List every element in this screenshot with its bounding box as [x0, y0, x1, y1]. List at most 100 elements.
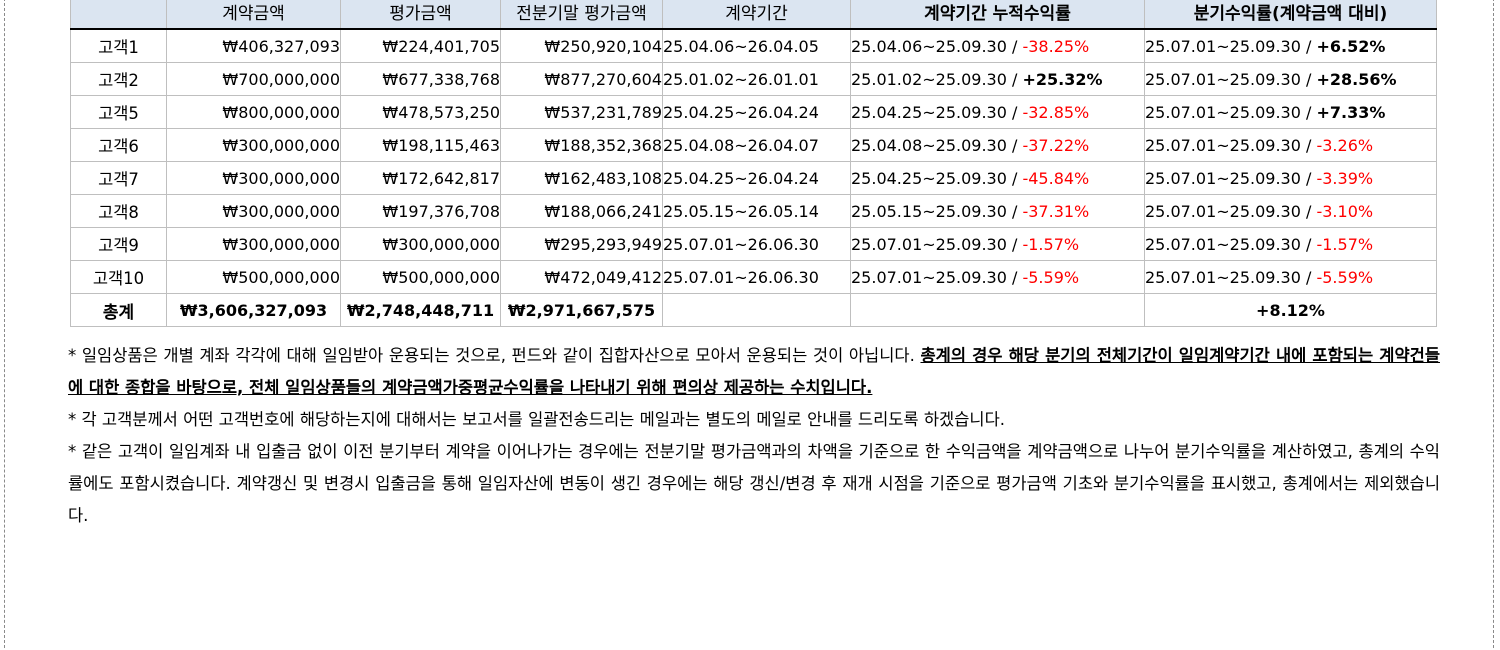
contract-amount-cell: ₩300,000,000	[166, 227, 341, 261]
contract-period-cell: 25.05.15~26.05.14	[662, 194, 851, 228]
separator: /	[1300, 102, 1317, 122]
contract-amount-cell: ₩406,327,093	[166, 28, 341, 63]
quarter-rate: +6.52%	[1316, 36, 1386, 56]
header-customer	[70, 0, 167, 30]
quarter-rate: +7.33%	[1316, 102, 1386, 122]
cum-period: 25.05.15~25.09.30	[851, 201, 1007, 221]
contract-period-cell: 25.01.02~26.01.01	[662, 62, 851, 96]
table-row: 고객2 ₩700,000,000 ₩677,338,768 ₩877,270,604 2…	[70, 62, 1437, 96]
cumulative-return-cell: 25.04.08~25.09.30 / -37.22%	[850, 128, 1145, 162]
contract-amount-cell: ₩800,000,000	[166, 95, 341, 129]
table-row: 고객10 ₩500,000,000 ₩500,000,000 ₩472,049,412…	[70, 260, 1437, 294]
separator: /	[1006, 201, 1023, 221]
customer-name-cell: 고객6	[70, 128, 167, 162]
prev-eval-amount-cell: ₩188,066,241	[500, 194, 663, 228]
prev-eval-amount-cell: ₩472,049,412	[500, 260, 663, 294]
separator: /	[1006, 135, 1023, 155]
cum-rate: -38.25%	[1022, 36, 1090, 56]
cum-period: 25.04.08~25.09.30	[851, 135, 1007, 155]
cumulative-return-cell: 25.01.02~25.09.30 / +25.32%	[850, 62, 1145, 96]
prev-eval-amount-cell: ₩162,483,108	[500, 161, 663, 195]
eval-amount-cell: ₩172,642,817	[340, 161, 501, 195]
eval-amount-cell: ₩198,115,463	[340, 128, 501, 162]
quarter-period: 25.07.01~25.09.30	[1145, 102, 1301, 122]
separator: /	[1300, 135, 1317, 155]
quarter-return-cell: 25.07.01~25.09.30 / +28.56%	[1144, 62, 1437, 96]
cumulative-return-cell: 25.07.01~25.09.30 / -5.59%	[850, 260, 1145, 294]
cumulative-return-cell: 25.04.25~25.09.30 / -32.85%	[850, 95, 1145, 129]
cum-rate: -32.85%	[1022, 102, 1090, 122]
table-row: 고객6 ₩300,000,000 ₩198,115,463 ₩188,352,368 2…	[70, 128, 1437, 162]
separator: /	[1006, 36, 1023, 56]
prev-eval-amount-cell: ₩188,352,368	[500, 128, 663, 162]
customer-name-cell: 고객8	[70, 194, 167, 228]
prev-eval-amount-cell: ₩877,270,604	[500, 62, 663, 96]
quarter-rate: -5.59%	[1316, 267, 1374, 287]
total-prev-eval: ₩2,971,667,575	[500, 293, 663, 327]
footnote-1-text: * 일임상품은 개별 계좌 각각에 대해 일임받아 운용되는 것으로, 펀드와 …	[68, 346, 921, 365]
header-contract: 계약금액	[166, 0, 341, 30]
contract-period-cell: 25.04.06~26.04.05	[662, 28, 851, 63]
cum-period: 25.04.25~25.09.30	[851, 168, 1007, 188]
quarter-return-cell: 25.07.01~25.09.30 / +7.33%	[1144, 95, 1437, 129]
prev-eval-amount-cell: ₩250,920,104	[500, 28, 663, 63]
header-eval: 평가금액	[340, 0, 501, 30]
cumulative-return-cell: 25.04.06~25.09.30 / -38.25%	[850, 28, 1145, 63]
header-quarter-return: 분기수익률(계약금액 대비)	[1144, 0, 1437, 30]
contract-period-cell: 25.07.01~26.06.30	[662, 227, 851, 261]
contract-amount-cell: ₩300,000,000	[166, 128, 341, 162]
returns-table: 계약금액 평가금액 전분기말 평가금액 계약기간 계약기간 누적수익률 분기수익…	[70, 0, 1437, 327]
cum-rate: +25.32%	[1022, 69, 1103, 89]
cum-period: 25.04.06~25.09.30	[851, 36, 1007, 56]
quarter-rate: +28.56%	[1316, 69, 1397, 89]
table-row: 고객8 ₩300,000,000 ₩197,376,708 ₩188,066,241 2…	[70, 194, 1437, 228]
customer-name-cell: 고객9	[70, 227, 167, 261]
quarter-rate: -3.39%	[1316, 168, 1374, 188]
separator: /	[1300, 168, 1317, 188]
customer-name-cell: 고객1	[70, 28, 167, 63]
quarter-return-cell: 25.07.01~25.09.30 / -1.57%	[1144, 227, 1437, 261]
cum-period: 25.07.01~25.09.30	[851, 267, 1007, 287]
contract-amount-cell: ₩700,000,000	[166, 62, 341, 96]
total-label: 총계	[70, 293, 167, 327]
separator: /	[1300, 267, 1317, 287]
separator: /	[1006, 102, 1023, 122]
footnotes: * 일임상품은 개별 계좌 각각에 대해 일임받아 운용되는 것으로, 펀드와 …	[68, 340, 1440, 532]
contract-period-cell: 25.04.25~26.04.24	[662, 95, 851, 129]
cum-rate: -37.22%	[1022, 135, 1090, 155]
total-row: 총계 ₩3,606,327,093 ₩2,748,448,711 ₩2,971,…	[70, 293, 1437, 327]
quarter-rate: -3.26%	[1316, 135, 1374, 155]
quarter-return-cell: 25.07.01~25.09.30 / -3.26%	[1144, 128, 1437, 162]
contract-period-cell: 25.04.08~26.04.07	[662, 128, 851, 162]
table-row: 고객5 ₩800,000,000 ₩478,573,250 ₩537,231,789 2…	[70, 95, 1437, 129]
separator: /	[1300, 36, 1317, 56]
separator: /	[1300, 69, 1317, 89]
cum-period: 25.01.02~25.09.30	[851, 69, 1007, 89]
quarter-period: 25.07.01~25.09.30	[1145, 36, 1301, 56]
table-row: 고객7 ₩300,000,000 ₩172,642,817 ₩162,483,108 2…	[70, 161, 1437, 195]
total-quarter-return: +8.12%	[1144, 293, 1437, 327]
cumulative-return-cell: 25.05.15~25.09.30 / -37.31%	[850, 194, 1145, 228]
customer-name-cell: 고객10	[70, 260, 167, 294]
total-period-empty	[662, 293, 851, 327]
separator: /	[1006, 69, 1023, 89]
header-period: 계약기간	[662, 0, 851, 30]
cumulative-return-cell: 25.07.01~25.09.30 / -1.57%	[850, 227, 1145, 261]
quarter-period: 25.07.01~25.09.30	[1145, 267, 1301, 287]
cum-rate: -37.31%	[1022, 201, 1090, 221]
quarter-return-cell: 25.07.01~25.09.30 / -3.39%	[1144, 161, 1437, 195]
separator: /	[1300, 234, 1317, 254]
customer-name-cell: 고객5	[70, 95, 167, 129]
total-contract: ₩3,606,327,093	[166, 293, 341, 327]
contract-amount-cell: ₩300,000,000	[166, 161, 341, 195]
separator: /	[1006, 234, 1023, 254]
eval-amount-cell: ₩224,401,705	[340, 28, 501, 63]
contract-amount-cell: ₩500,000,000	[166, 260, 341, 294]
total-eval: ₩2,748,448,711	[340, 293, 501, 327]
contract-period-cell: 25.07.01~26.06.30	[662, 260, 851, 294]
quarter-period: 25.07.01~25.09.30	[1145, 168, 1301, 188]
cum-rate: -1.57%	[1022, 234, 1080, 254]
header-prev-eval: 전분기말 평가금액	[500, 0, 663, 30]
cum-rate: -45.84%	[1022, 168, 1090, 188]
quarter-rate: -3.10%	[1316, 201, 1374, 221]
